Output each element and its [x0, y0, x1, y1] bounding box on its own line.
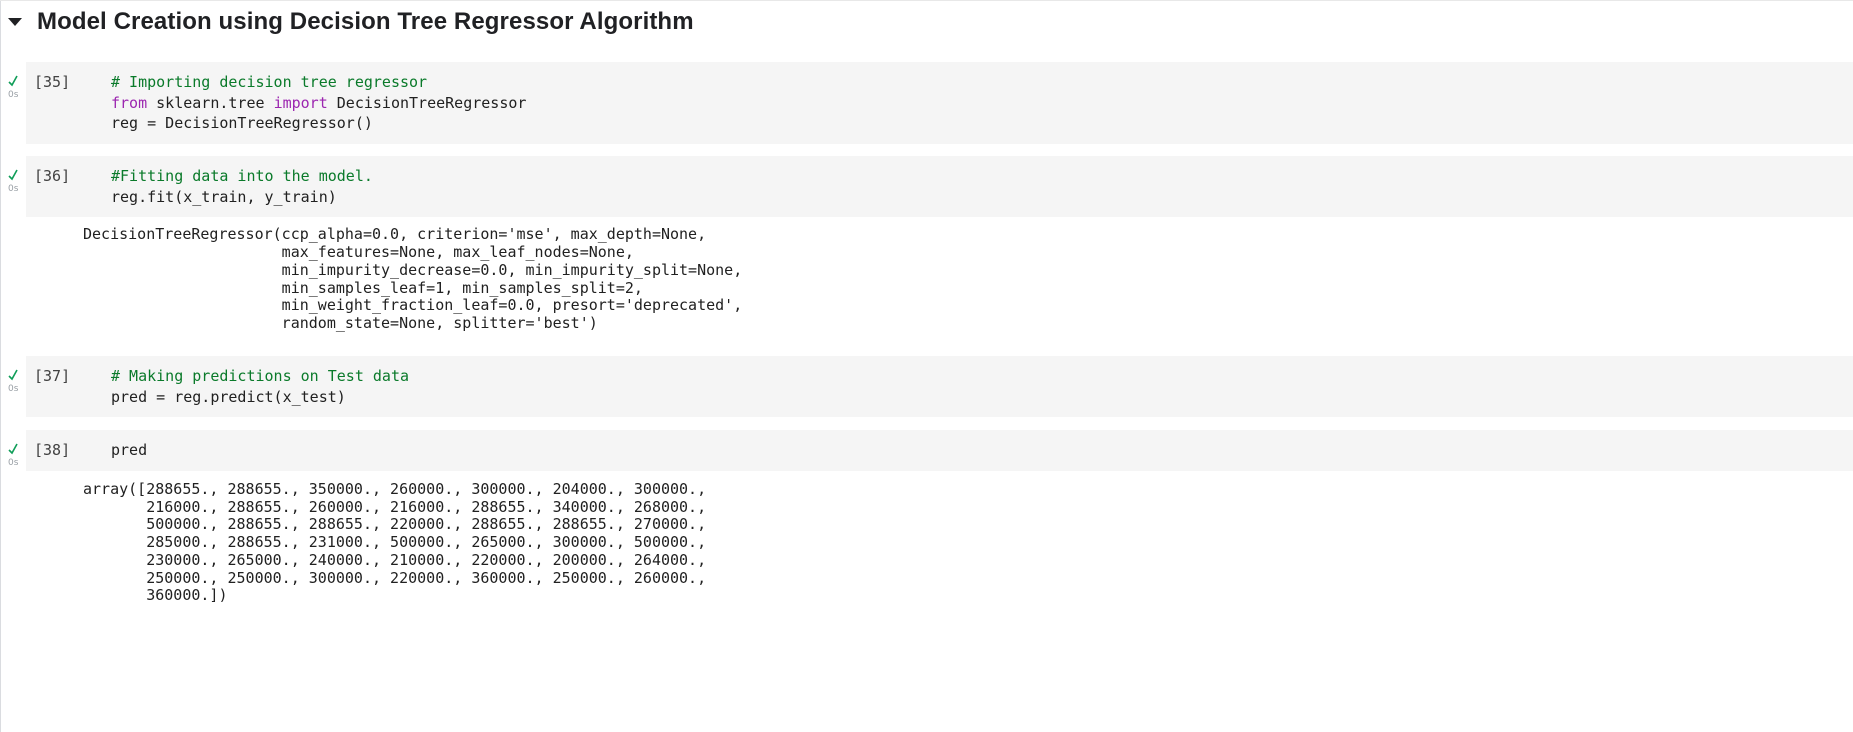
code-cell[interactable]: [37] # Making predictions on Test data p…: [26, 356, 1853, 417]
code-comment: #Fitting data into the model.: [111, 167, 373, 185]
execution-count: [38]: [34, 441, 71, 459]
code-line[interactable]: pred: [111, 441, 147, 459]
execution-count: [35]: [34, 73, 71, 91]
execution-time: 0s: [8, 458, 19, 468]
output-line: min_impurity_decrease=0.0, min_impurity_…: [83, 261, 743, 279]
code-keyword: from: [111, 94, 148, 112]
section-title: Model Creation using Decision Tree Regre…: [37, 8, 694, 35]
code-keyword: import: [273, 94, 328, 112]
output-line: DecisionTreeRegressor(ccp_alpha=0.0, cri…: [83, 225, 707, 243]
check-icon: [8, 443, 18, 455]
code-line[interactable]: # Making predictions on Test data: [111, 367, 409, 385]
output-line: random_state=None, splitter='best'): [83, 314, 598, 332]
section-header: Model Creation using Decision Tree Regre…: [0, 0, 1853, 44]
code-comment: # Importing decision tree regressor: [111, 73, 428, 91]
code-line[interactable]: pred = reg.predict(x_test): [111, 388, 346, 406]
code-line[interactable]: #Fitting data into the model.: [111, 167, 373, 185]
code-text: sklearn.tree: [147, 94, 274, 112]
code-line[interactable]: from sklearn.tree import DecisionTreeReg…: [111, 94, 526, 112]
output-line: 250000., 250000., 300000., 220000., 3600…: [83, 569, 707, 587]
code-cell[interactable]: [35] # Importing decision tree regressor…: [26, 62, 1853, 144]
code-cell[interactable]: [38] pred: [26, 430, 1853, 471]
execution-count: [36]: [34, 167, 71, 185]
output-line: 500000., 288655., 288655., 220000., 2886…: [83, 515, 707, 533]
execution-time: 0s: [8, 384, 19, 394]
output-line: min_weight_fraction_leaf=0.0, presort='d…: [83, 296, 743, 314]
execution-time: 0s: [8, 90, 19, 100]
output-line: 230000., 265000., 240000., 210000., 2200…: [83, 551, 707, 569]
code-text: DecisionTreeRegressor: [327, 94, 527, 112]
code-comment: # Making predictions on Test data: [111, 367, 410, 385]
check-icon: [8, 169, 18, 181]
output-line: 285000., 288655., 231000., 500000., 2650…: [83, 533, 707, 551]
notebook-left-border: [0, 0, 1, 732]
output-line: max_features=None, max_leaf_nodes=None,: [83, 243, 634, 261]
output-line: min_samples_leaf=1, min_samples_split=2,: [83, 279, 643, 297]
output-line: 360000.]): [83, 586, 228, 604]
execution-time: 0s: [8, 184, 19, 194]
code-cell[interactable]: [36] #Fitting data into the model. reg.f…: [26, 156, 1853, 217]
code-line[interactable]: reg.fit(x_train, y_train): [111, 188, 337, 206]
caret-down-icon[interactable]: [8, 18, 22, 26]
code-line[interactable]: reg = DecisionTreeRegressor(): [111, 114, 373, 132]
output-line: array([288655., 288655., 350000., 260000…: [83, 480, 707, 498]
check-icon: [8, 369, 18, 381]
output-line: 216000., 288655., 260000., 216000., 2886…: [83, 498, 707, 516]
check-icon: [8, 75, 18, 87]
execution-count: [37]: [34, 367, 71, 385]
code-line[interactable]: # Importing decision tree regressor: [111, 73, 427, 91]
